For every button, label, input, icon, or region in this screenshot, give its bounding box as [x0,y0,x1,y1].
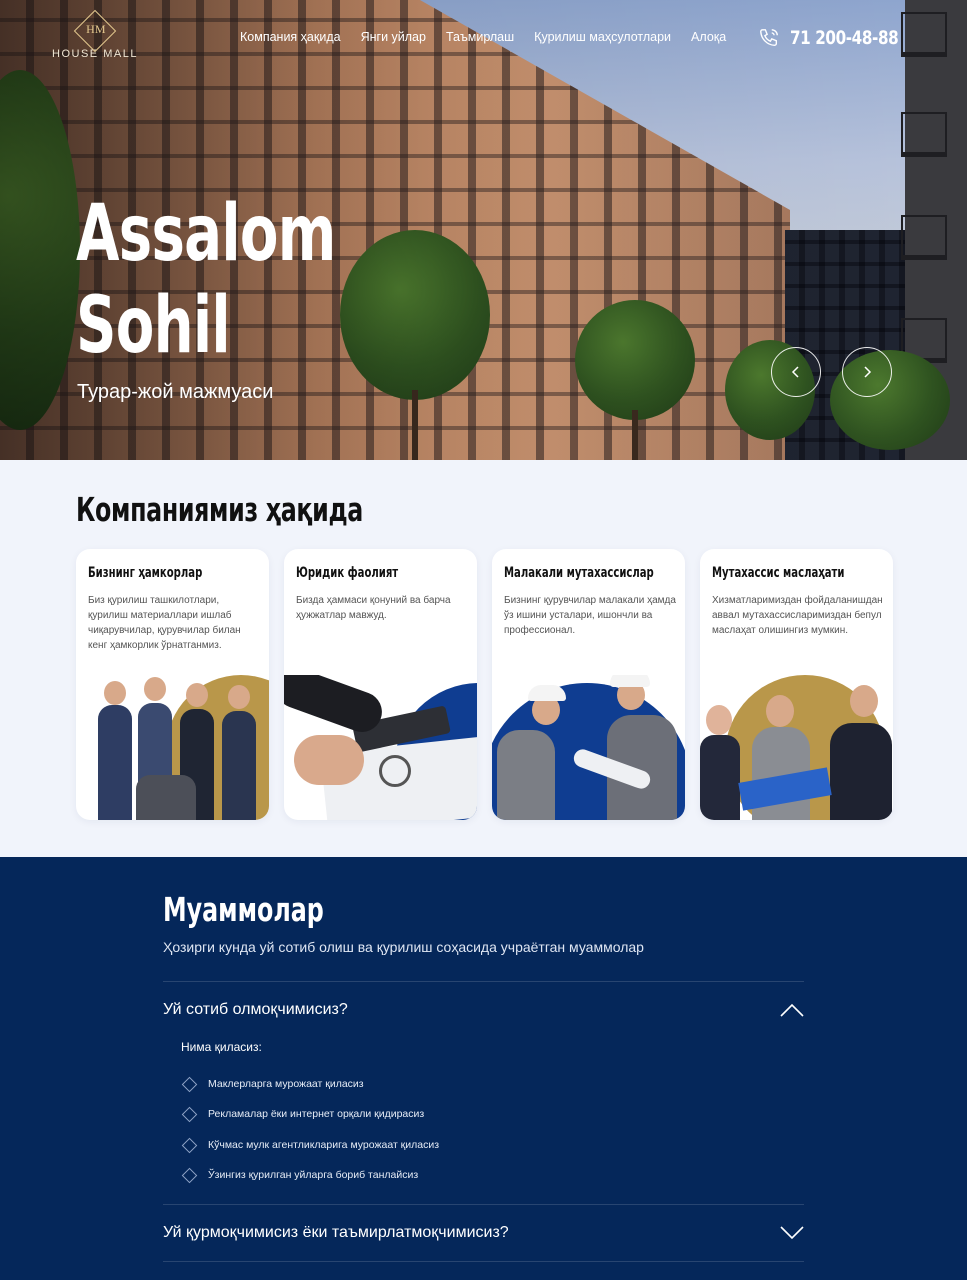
card-text: Бизда ҳаммаси қонуний ва барча ҳужжатлар… [296,595,451,621]
nav-item-about[interactable]: Компания ҳақида [240,30,341,44]
legal-photo [284,675,477,820]
card-title: Мутахассис маслаҳати [712,565,845,581]
diamond-icon [181,1167,198,1183]
hero-title: Assalom Sohil [76,188,336,372]
card-text: Хизматларимиздан фойдаланишдан аввал мут… [712,595,883,636]
partners-photo [76,675,269,820]
card-title: Малакали мутахассислар [504,565,654,581]
list-item: Маклерларга мурожаат қиласиз [181,1076,364,1092]
hero-title-line2: Sohil [76,281,231,371]
site-header: HM HOUSE MALL Компания ҳақида Янги уйлар… [0,0,967,80]
diamond-icon [181,1106,198,1122]
list-item: Ўзингиз қурилган уйларга бориб танлайсиз [181,1167,419,1183]
about-title: Компаниямиз ҳақида [76,490,363,529]
chevron-right-icon [864,366,872,378]
phone-icon [759,29,778,47]
list-item-text: Ўзингиз қурилган уйларга бориб танлайсиз [208,1169,419,1181]
divider [163,1261,804,1262]
card-text: Биз қурилиш ташкилотлари, қурилиш матери… [88,595,241,651]
main-nav: Компания ҳақида Янги уйлар Таъмирлаш Қур… [240,30,726,44]
problems-section [0,857,967,1280]
card-legal[interactable]: Юридик фаолият Бизда ҳаммаси қонуний ва … [284,549,477,820]
nav-item-contact[interactable]: Алоқа [691,30,726,44]
hero-title-line1: Assalom [76,189,336,279]
card-title: Бизнинг ҳамкорлар [88,565,203,581]
list-item: Кўчмас мулк агентликларига мурожаат қила… [181,1137,440,1153]
card-title: Юридик фаолият [296,565,399,581]
diamond-icon [181,1137,198,1153]
phone-number: 71 200-48-88 [789,27,899,49]
accordion-question-1[interactable]: Уй сотиб олмоқчимисиз? [163,1001,348,1019]
nav-item-new-homes[interactable]: Янги уйлар [361,30,426,44]
hero-subtitle: Турар-жой мажмуаси [77,381,274,403]
accordion-question-2[interactable]: Уй қурмоқчимисиз ёки таъмирлатмоқчимисиз… [163,1224,509,1242]
problems-title: Муаммолар [163,890,324,929]
chevron-up-icon[interactable] [779,1002,805,1018]
card-consultation[interactable]: Мутахассис маслаҳати Хизматларимиздан фо… [700,549,893,820]
nav-item-repair[interactable]: Таъмирлаш [446,30,514,44]
consultation-photo [700,675,893,820]
divider [163,981,804,982]
chevron-down-icon[interactable] [779,1225,805,1241]
slider-prev-button[interactable] [771,347,821,397]
list-item-text: Рекламалар ёки интернет орқали қидирасиз [208,1108,425,1120]
nav-item-products[interactable]: Қурилиш маҳсулотлари [534,30,671,44]
logo-icon: HM [73,9,117,53]
hero-banner: HM HOUSE MALL Компания ҳақида Янги уйлар… [0,0,967,460]
problems-subtitle: Ҳозирги кунда уй сотиб олиш ва қурилиш с… [163,939,644,955]
list-item: Рекламалар ёки интернет орқали қидирасиз [181,1106,425,1122]
card-text: Бизнинг қурувчилар малакали ҳамда ўз иши… [504,595,676,636]
card-partners[interactable]: Бизнинг ҳамкорлар Биз қурилиш ташкилотла… [76,549,269,820]
specialists-photo [492,675,685,820]
diamond-icon [181,1076,198,1092]
slider-next-button[interactable] [842,347,892,397]
list-item-text: Кўчмас мулк агентликларига мурожаат қила… [208,1139,440,1151]
card-specialists[interactable]: Малакали мутахассислар Бизнинг қурувчила… [492,549,685,820]
divider [163,1204,804,1205]
answer-heading: Нима қиласиз: [181,1040,262,1054]
about-cards: Бизнинг ҳамкорлар Биз қурилиш ташкилотла… [76,549,893,820]
logo[interactable]: HM HOUSE MALL [52,9,138,60]
chevron-left-icon [791,366,799,378]
phone-link[interactable]: 71 200-48-88 [758,27,925,49]
list-item-text: Маклерларга мурожаат қиласиз [208,1078,364,1090]
